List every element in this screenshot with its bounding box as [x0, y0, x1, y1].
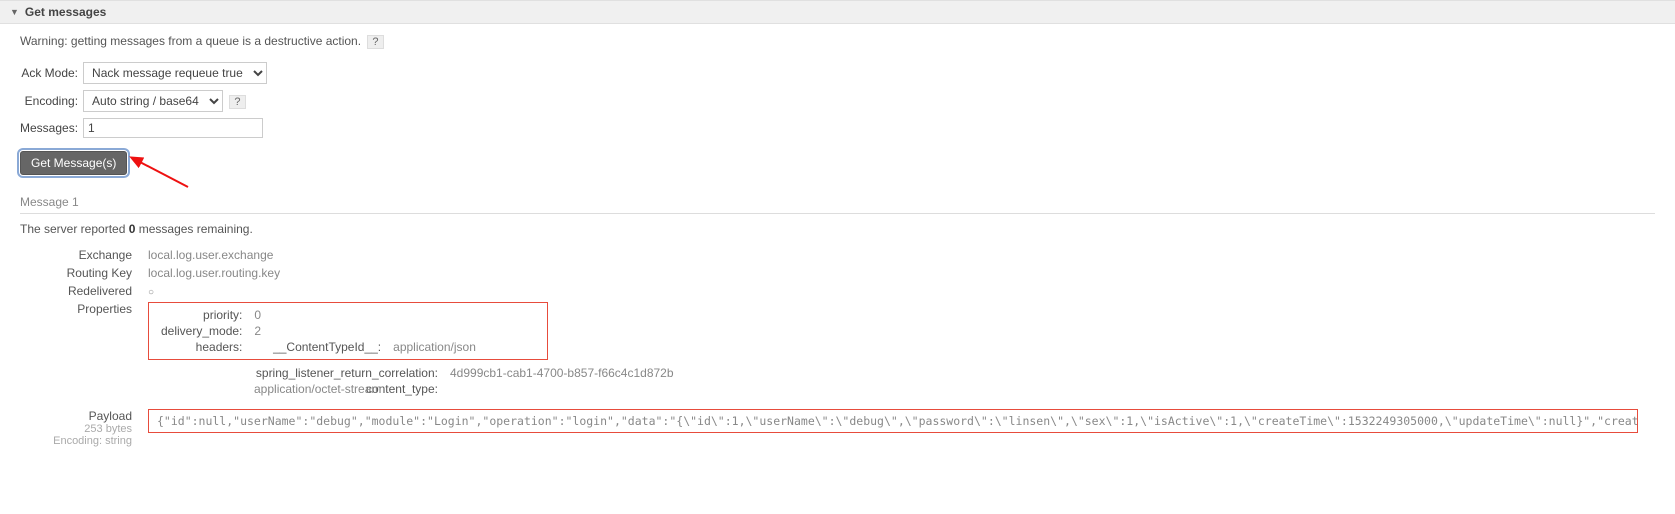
ack-label: Ack Mode:	[20, 59, 83, 87]
payload-value: {"id":null,"userName":"debug","module":"…	[148, 409, 1638, 433]
get-form: Ack Mode: Nack message requeue true Enco…	[20, 59, 272, 141]
annotation-arrow-icon	[128, 155, 198, 195]
delivery-mode-key: delivery_mode:	[155, 323, 248, 339]
table-row: Properties priority: 0 delivery_mode: 2	[30, 300, 1646, 399]
priority-key: priority:	[155, 307, 248, 323]
encoding-select[interactable]: Auto string / base64	[83, 90, 223, 112]
payload-size: 253 bytes	[38, 423, 132, 435]
exchange-value: local.log.user.exchange	[140, 246, 1646, 264]
properties-label: Properties	[30, 300, 140, 399]
warning-line: Warning: getting messages from a queue i…	[20, 34, 1655, 49]
redelivered-icon: ○	[148, 287, 154, 298]
content-type-id-key: __ContentTypeId__:	[267, 339, 387, 355]
remaining-pre: The server reported	[20, 222, 129, 236]
table-row: Redelivered ○	[30, 282, 1646, 300]
encoding-label: Encoding:	[20, 87, 83, 115]
priority-value: 0	[248, 307, 267, 323]
help-icon[interactable]: ?	[367, 35, 383, 49]
payload-label: Payload	[38, 409, 132, 423]
table-row: Exchange local.log.user.exchange	[30, 246, 1646, 264]
get-messages-button[interactable]: Get Message(s)	[20, 151, 127, 175]
table-row: Payload 253 bytes Encoding: string {"id"…	[30, 399, 1646, 449]
messages-label: Messages:	[20, 115, 83, 141]
collapse-icon: ▼	[10, 7, 19, 17]
content-type-id-value: application/json	[387, 339, 482, 355]
message-details: Exchange local.log.user.exchange Routing…	[30, 246, 1646, 449]
warning-text: Warning: getting messages from a queue i…	[20, 34, 361, 48]
section-title: Get messages	[25, 5, 106, 19]
section-header[interactable]: ▼ Get messages	[0, 0, 1675, 24]
spring-corr-value: 4d999cb1-cab1-4700-b857-f66c4c1d872b	[444, 365, 680, 381]
content-type-value: application/octet-stream	[248, 381, 484, 397]
properties-box: priority: 0 delivery_mode: 2 headers:	[148, 302, 548, 360]
payload-encoding: Encoding: string	[38, 435, 132, 447]
spring-corr-key: spring_listener_return_correlation:	[154, 365, 444, 381]
message-header: Message 1	[20, 191, 1655, 214]
delivery-mode-value: 2	[248, 323, 267, 339]
ack-mode-select[interactable]: Nack message requeue true	[83, 62, 267, 84]
remaining-line: The server reported 0 messages remaining…	[20, 222, 1655, 236]
table-row: Routing Key local.log.user.routing.key	[30, 264, 1646, 282]
exchange-label: Exchange	[30, 246, 140, 264]
messages-input[interactable]	[83, 118, 263, 138]
routing-key-label: Routing Key	[30, 264, 140, 282]
routing-key-value: local.log.user.routing.key	[140, 264, 1646, 282]
redelivered-label: Redelivered	[30, 282, 140, 300]
help-icon[interactable]: ?	[229, 95, 245, 109]
remaining-post: messages remaining.	[135, 222, 252, 236]
headers-key: headers:	[155, 339, 248, 355]
